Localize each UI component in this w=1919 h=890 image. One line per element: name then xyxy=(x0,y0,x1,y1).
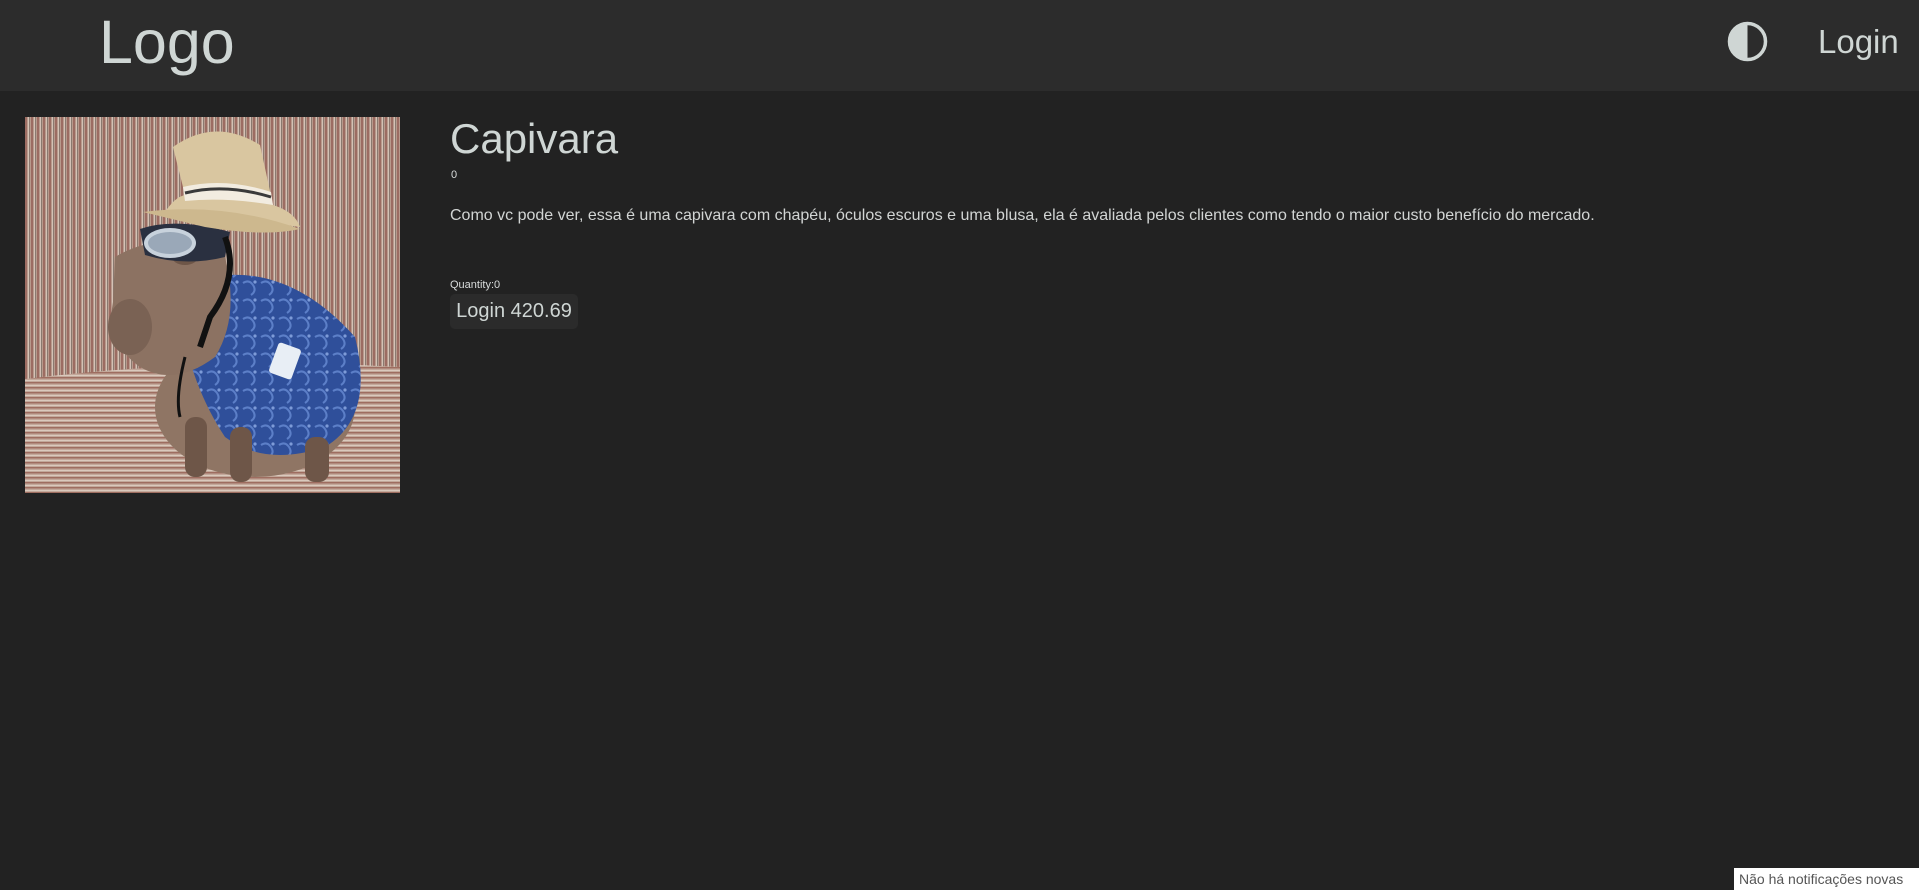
product-image xyxy=(25,117,400,493)
product-rating: 0 xyxy=(451,169,458,181)
product-title: Capivara xyxy=(450,115,619,162)
quantity-label: Quantity:0 xyxy=(450,279,501,291)
navbar: Logo Login xyxy=(0,0,1919,91)
product-description: Como vc pode ver, essa é uma capivara co… xyxy=(450,207,1595,224)
logo[interactable]: Logo xyxy=(99,6,235,78)
notification-toast: Não há notificações novas xyxy=(1734,868,1919,890)
buy-button[interactable]: Login 420.69 xyxy=(450,294,578,329)
contrast-half-circle-icon[interactable] xyxy=(1727,21,1768,62)
login-link[interactable]: Login xyxy=(1818,22,1899,62)
